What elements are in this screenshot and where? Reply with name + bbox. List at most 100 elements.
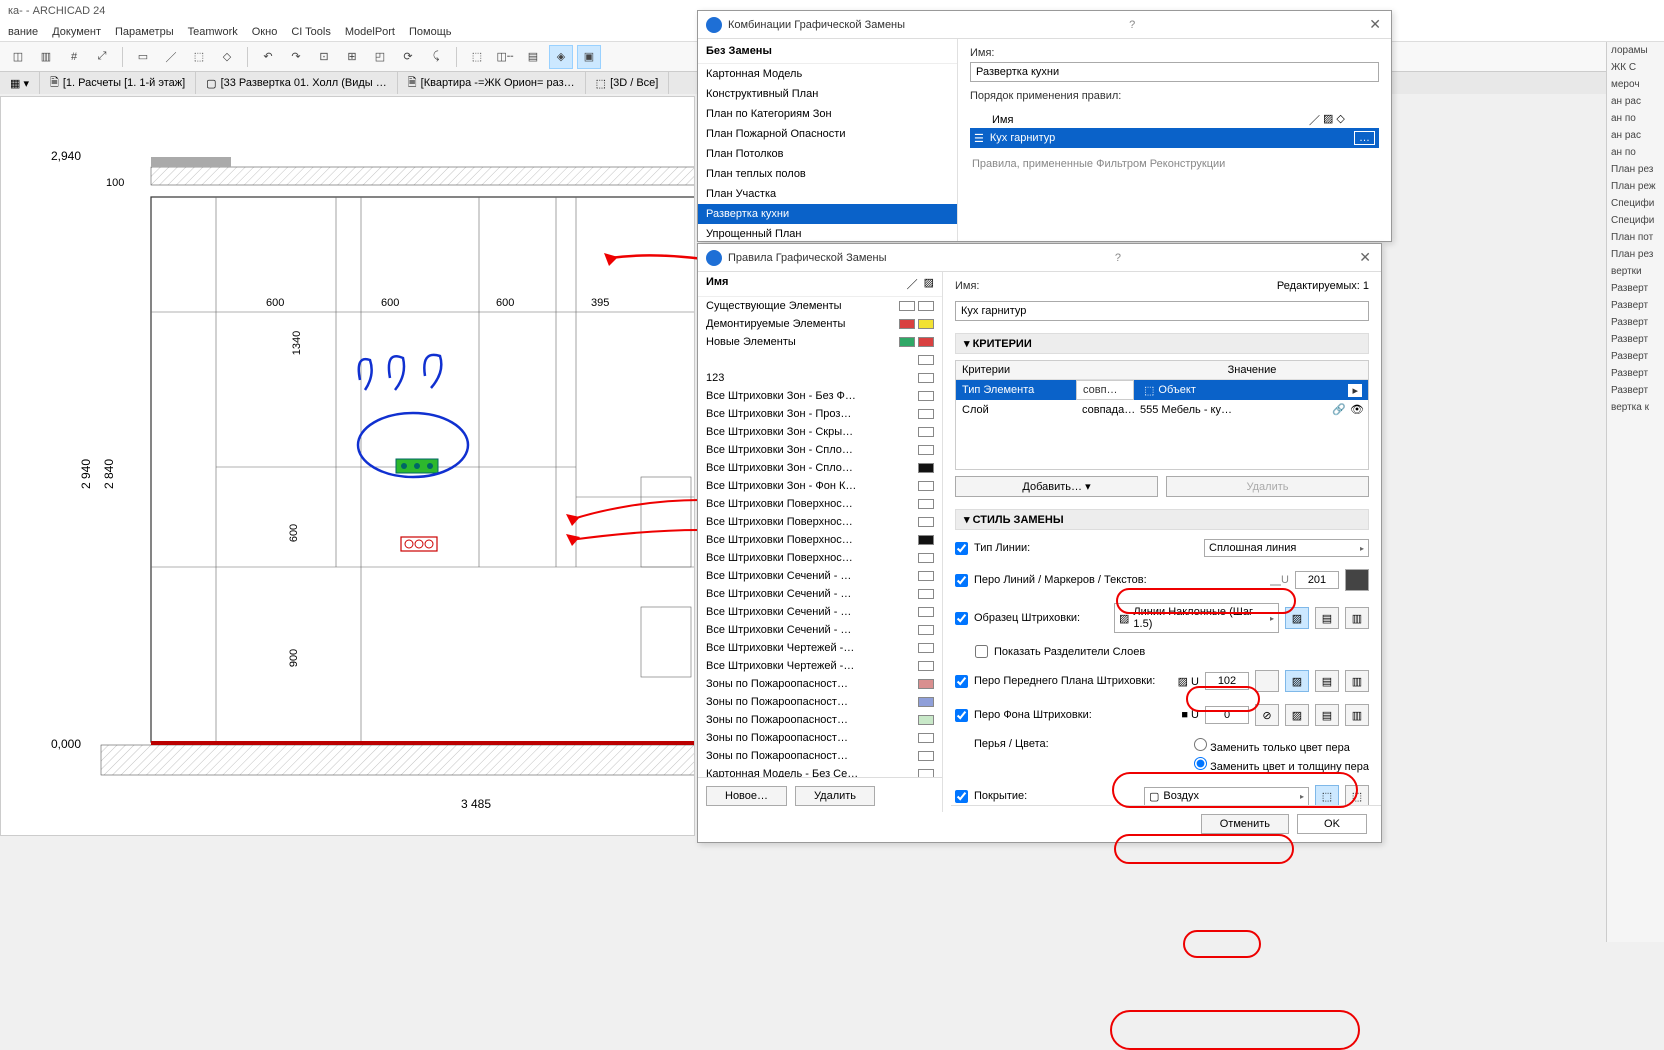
combination-item[interactable]: План Участка (698, 184, 957, 204)
rule-item[interactable]: Все Штриховки Зон - Скры… (698, 423, 942, 441)
tb-p2[interactable]: ◇ (215, 45, 239, 69)
rule-item[interactable]: Все Штриховки Сечений - … (698, 567, 942, 585)
rule-item[interactable]: Зоны по Пожароопасност… (698, 747, 942, 765)
menu-item[interactable]: Документ (52, 26, 101, 38)
tb-u[interactable]: ↶ (256, 45, 280, 69)
help-icon[interactable]: ? (1107, 252, 1129, 264)
rule-item[interactable]: Все Штриховки Зон - Без Ф… (698, 387, 942, 405)
menu-item[interactable]: Teamwork (188, 26, 238, 38)
palette-item[interactable]: Разверт (1607, 365, 1664, 382)
close-icon[interactable]: ✕ (1359, 16, 1391, 33)
help-icon[interactable]: ? (1121, 19, 1143, 31)
radio-color-only[interactable]: Заменить только цвет пера (1194, 738, 1369, 754)
fillpat-check[interactable] (955, 612, 968, 625)
delete-button[interactable]: Удалить (795, 786, 875, 806)
bgpen-sw[interactable]: ⊘ (1255, 704, 1279, 726)
combination-item[interactable]: Упрощенный План (698, 224, 957, 244)
tab-layers[interactable]: ▦ ▾ (0, 72, 40, 94)
palette-item[interactable]: Специфи (1607, 212, 1664, 229)
showsep-check[interactable] (975, 645, 988, 658)
palette-item[interactable]: ан рас (1607, 127, 1664, 144)
close-icon[interactable]: ✕ (1349, 249, 1381, 266)
palette-item[interactable]: План пот (1607, 229, 1664, 246)
delete-criteria-button[interactable]: Удалить (1166, 476, 1369, 497)
palette-item[interactable]: ЖК С (1607, 59, 1664, 76)
tb-m3[interactable]: ◰ (368, 45, 392, 69)
tb-m2[interactable]: ⊞ (340, 45, 364, 69)
tab-3[interactable]: 🗎 [Квартира -=ЖК Орион= раз… (398, 72, 586, 94)
tab-4[interactable]: ⬚ [3D / Все] (586, 72, 670, 94)
dlg2-title[interactable]: Правила Графической Замены ? ✕ (698, 244, 1381, 272)
tb-2[interactable]: ▥ (34, 45, 58, 69)
palette-item[interactable]: ан по (1607, 144, 1664, 161)
fgpen-check[interactable] (955, 675, 968, 688)
pen-swatch[interactable] (1345, 569, 1369, 591)
rule-item[interactable]: Все Штриховки Поверхнос… (698, 549, 942, 567)
menu-item[interactable]: Окно (252, 26, 278, 38)
rule-item[interactable]: 123 (698, 369, 942, 387)
combination-item[interactable]: План по Категориям Зон (698, 104, 957, 124)
bg-opt2[interactable]: ▤ (1315, 704, 1339, 726)
tb-g1[interactable]: ⬚ (465, 45, 489, 69)
palette-item[interactable]: мероч (1607, 76, 1664, 93)
tb-m1[interactable]: ⊡ (312, 45, 336, 69)
eye-icon[interactable]: 👁 (1350, 403, 1364, 416)
fg-opt3[interactable]: ▥ (1345, 670, 1369, 692)
penline-check[interactable] (955, 574, 968, 587)
rule-item[interactable]: Зоны по Пожароопасност… (698, 729, 942, 747)
fill-opt1[interactable]: ▨ (1285, 607, 1309, 629)
palette-item[interactable]: ан по (1607, 110, 1664, 127)
tb-m5[interactable]: ⤹ (424, 45, 448, 69)
cancel-button[interactable]: Отменить (1201, 814, 1289, 834)
rule-item[interactable]: Все Штриховки Чертежей -… (698, 657, 942, 675)
rule-item[interactable]: Все Штриховки Чертежей -… (698, 639, 942, 657)
surface-dd[interactable]: ▢ Воздух▸ (1144, 787, 1309, 806)
tb-g2[interactable]: ◫╌ (493, 45, 517, 69)
criteria-row[interactable]: Слой совпада… 555 Мебель - ку… 🔗👁 (956, 400, 1368, 419)
palette-item[interactable]: Разверт (1607, 348, 1664, 365)
rule-item[interactable]: Новые Элементы (698, 333, 942, 351)
surf-opt1[interactable]: ⬚ (1315, 785, 1339, 807)
dlg1-no-override[interactable]: Без Замены (698, 39, 957, 64)
fill-opt3[interactable]: ▥ (1345, 607, 1369, 629)
fill-opt2[interactable]: ▤ (1315, 607, 1339, 629)
rule-item[interactable]: Существующие Элементы (698, 297, 942, 315)
palette-item[interactable]: Разверт (1607, 280, 1664, 297)
penline-value[interactable] (1295, 571, 1339, 589)
combination-item[interactable]: Конструктивный План (698, 84, 957, 104)
bgpen-value[interactable] (1205, 706, 1249, 724)
menu-item[interactable]: ModelPort (345, 26, 395, 38)
rule-item[interactable]: Все Штриховки Зон - Спло… (698, 459, 942, 477)
bg-opt1[interactable]: ▨ (1285, 704, 1309, 726)
fillpat-dd[interactable]: ▨ Линии Наклонные (Шаг 1.5)▸ (1114, 603, 1279, 633)
combination-item[interactable]: План Потолков (698, 144, 957, 164)
palette-item[interactable]: Разверт (1607, 297, 1664, 314)
menu-item[interactable]: вание (8, 26, 38, 38)
combination-item[interactable]: Картонная Модель (698, 64, 957, 84)
tab-1[interactable]: 🗎 [1. Расчеты [1. 1-й этаж] (40, 72, 196, 94)
rule-item[interactable]: Все Штриховки Поверхнос… (698, 531, 942, 549)
palette-item[interactable]: вертка к (1607, 399, 1664, 416)
rule-item[interactable]: Зоны по Пожароопасност… (698, 693, 942, 711)
fgpen-value[interactable] (1205, 672, 1249, 690)
tb-line[interactable]: ／ (159, 45, 183, 69)
palette-item[interactable]: План рез (1607, 246, 1664, 263)
menu-item[interactable]: CI Tools (291, 26, 331, 38)
rule-item[interactable]: Все Штриховки Поверхнос… (698, 513, 942, 531)
palette-item[interactable]: План реж (1607, 178, 1664, 195)
tb-g4[interactable]: ◈ (549, 45, 573, 69)
palette-item[interactable]: Специфи (1607, 195, 1664, 212)
linetype-check[interactable] (955, 542, 968, 555)
palette-item[interactable]: вертки (1607, 263, 1664, 280)
radio-color-weight[interactable]: Заменить цвет и толщину пера (1194, 757, 1369, 773)
tb-grid[interactable]: # (62, 45, 86, 69)
rule-row[interactable]: ☰ Кух гарнитур … (970, 128, 1379, 148)
rule-item[interactable]: Все Штриховки Зон - Спло… (698, 441, 942, 459)
palette-item[interactable]: Разверт (1607, 331, 1664, 348)
tb-g5[interactable]: ▣ (577, 45, 601, 69)
palette-item[interactable]: Разверт (1607, 314, 1664, 331)
drawing-viewport[interactable]: 2,940 100 600 600 600 395 1340 2 940 2 8… (0, 96, 695, 836)
rule-item[interactable]: Демонтируемые Элементы (698, 315, 942, 333)
tb-m4[interactable]: ⟳ (396, 45, 420, 69)
fg-opt2[interactable]: ▤ (1315, 670, 1339, 692)
